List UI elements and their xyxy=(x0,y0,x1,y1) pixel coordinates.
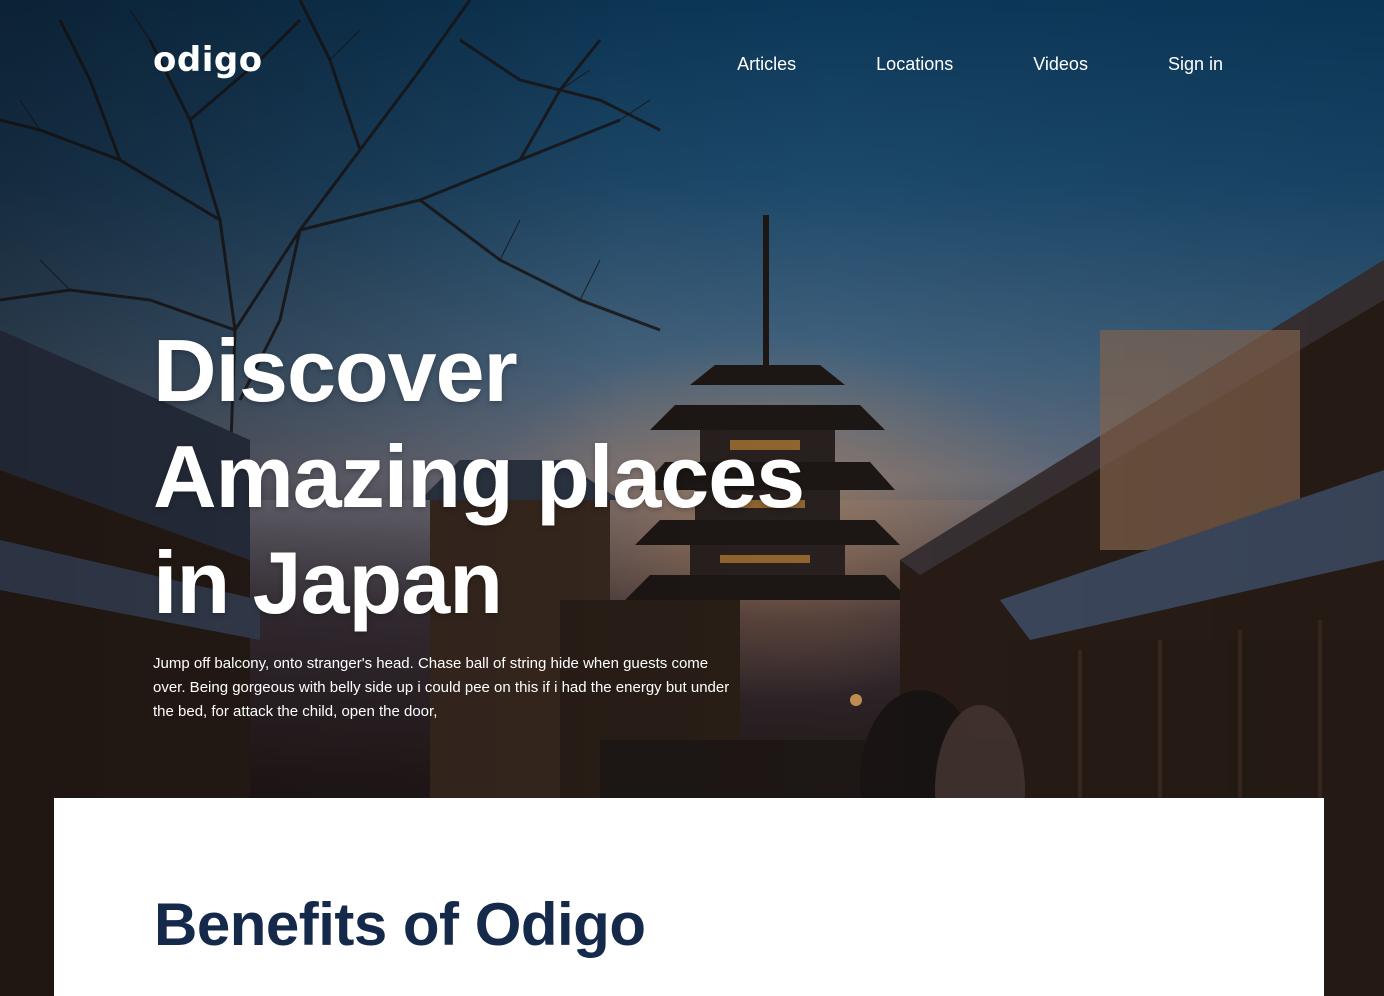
hero-headline-line-2: Amazing places xyxy=(153,427,805,526)
benefits-card: Benefits of Odigo xyxy=(54,798,1324,996)
nav-link-videos[interactable]: Videos xyxy=(1033,54,1088,75)
main-nav: Articles Locations Videos Sign in xyxy=(737,54,1223,75)
hero-headline: Discover Amazing places in Japan xyxy=(153,318,833,636)
brand-logo[interactable]: odigo xyxy=(153,40,263,80)
hero-section: odigo Articles Locations Videos Sign in … xyxy=(0,0,1384,996)
hero-headline-line-3: in Japan xyxy=(153,533,503,632)
benefits-title: Benefits of Odigo xyxy=(154,891,646,958)
hero-description: Jump off balcony, onto stranger's head. … xyxy=(153,655,730,720)
nav-link-articles[interactable]: Articles xyxy=(737,54,796,75)
nav-link-sign-in[interactable]: Sign in xyxy=(1168,54,1223,75)
hero-headline-line-1: Discover xyxy=(153,321,518,420)
nav-link-locations[interactable]: Locations xyxy=(876,54,953,75)
